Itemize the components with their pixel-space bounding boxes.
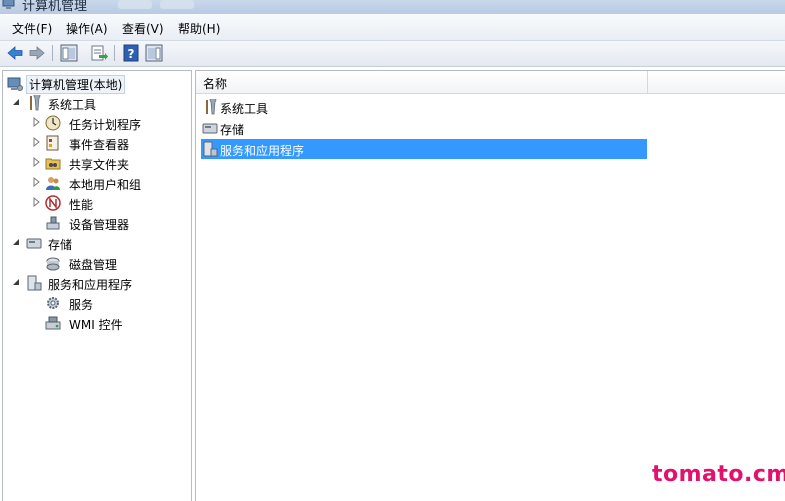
tree-item-disk-management[interactable]: 磁盘管理: [31, 253, 191, 273]
disk-management-icon: [46, 257, 60, 271]
tree-item-label: 服务: [69, 298, 94, 312]
list-item[interactable]: 系统工具: [201, 97, 647, 117]
collapsed-triangle-icon[interactable]: [31, 117, 41, 127]
toolbar: ?: [0, 41, 785, 67]
back-arrow-icon[interactable]: [6, 44, 24, 62]
tree-item-label: 系统工具: [48, 98, 97, 112]
menu-bar: 文件(F) 操作(A) 查看(V) 帮助(H): [0, 14, 785, 41]
tree-item-label: 磁盘管理: [69, 258, 118, 272]
list-item-label: 存储: [220, 123, 245, 137]
collapsed-triangle-icon[interactable]: [31, 197, 41, 207]
system-tools-icon: [30, 95, 41, 111]
tree-item-root[interactable]: 计算机管理(本地): [6, 74, 191, 94]
tree-item-label: 存储: [48, 238, 73, 252]
tree-item-event-viewer[interactable]: 事件查看器: [31, 133, 191, 153]
services-apps-icon: [27, 275, 42, 291]
services-apps-icon: [203, 141, 218, 157]
expanded-triangle-icon[interactable]: [11, 277, 21, 287]
list-item-label: 服务和应用程序: [220, 144, 305, 158]
list-item[interactable]: 存储: [201, 118, 647, 138]
storage-icon: [26, 238, 42, 249]
shared-folder-icon: [45, 158, 61, 170]
show-hide-tree-icon[interactable]: [60, 44, 78, 62]
forward-arrow-icon[interactable]: [28, 44, 46, 62]
help-icon[interactable]: ?: [122, 44, 140, 62]
tree-item-task-scheduler[interactable]: 任务计划程序: [31, 113, 191, 133]
tree-item-label: 计算机管理(本地): [26, 75, 126, 94]
export-list-icon[interactable]: [90, 44, 108, 62]
tree-item-label: 共享文件夹: [69, 158, 130, 172]
tree-item-label: 事件查看器: [69, 138, 130, 152]
event-viewer-icon: [46, 135, 59, 151]
menu-file[interactable]: 文件(F): [12, 20, 52, 37]
tree-item-device-manager[interactable]: 设备管理器: [31, 213, 191, 233]
tree-item-services[interactable]: 服务: [31, 293, 191, 313]
clock-icon: [45, 115, 61, 131]
wmi-control-icon: [45, 316, 61, 330]
navigation-tree[interactable]: 计算机管理(本地) 系统工具 任务计划程序 事件查看器 共享文件夹 本地用户和组…: [2, 70, 192, 501]
title-bar: 计算机管理: [0, 0, 785, 14]
watermark: tomato.cm: [652, 462, 785, 487]
storage-icon: [202, 123, 218, 134]
menu-view[interactable]: 查看(V): [122, 20, 164, 37]
collapsed-triangle-icon[interactable]: [31, 157, 41, 167]
gear-icon: [47, 297, 59, 309]
users-icon: [46, 177, 60, 190]
system-tools-icon: [206, 99, 217, 115]
expanded-triangle-icon[interactable]: [11, 237, 21, 247]
menu-action[interactable]: 操作(A): [66, 20, 108, 37]
tree-item-label: WMI 控件: [69, 318, 123, 332]
tree-item-local-users[interactable]: 本地用户和组: [31, 173, 191, 193]
menu-help[interactable]: 帮助(H): [178, 20, 220, 37]
show-action-pane-icon[interactable]: [145, 44, 163, 62]
computer-management-icon: [7, 77, 23, 91]
column-header: 名称: [196, 71, 785, 94]
tree-item-storage[interactable]: 存储: [11, 233, 191, 253]
column-header-name[interactable]: 名称: [203, 75, 227, 92]
tree-item-wmi[interactable]: WMI 控件: [31, 313, 191, 333]
tree-item-performance[interactable]: 性能: [31, 193, 191, 213]
tree-item-label: 任务计划程序: [69, 118, 142, 132]
tree-item-label: 设备管理器: [69, 218, 130, 232]
list-item-label: 系统工具: [220, 102, 269, 116]
tree-item-system-tools[interactable]: 系统工具: [11, 93, 191, 113]
details-list[interactable]: 名称 系统工具 存储 服务和应用程序: [195, 70, 785, 501]
tree-item-services-apps[interactable]: 服务和应用程序: [11, 273, 191, 293]
device-manager-icon: [46, 216, 60, 230]
computer-management-icon: [2, 0, 15, 9]
tree-item-label: 本地用户和组: [69, 178, 142, 192]
column-resize-handle[interactable]: [647, 71, 648, 93]
tree-item-label: 服务和应用程序: [48, 278, 133, 292]
collapsed-triangle-icon[interactable]: [31, 177, 41, 187]
collapsed-triangle-icon[interactable]: [31, 137, 41, 147]
tree-item-label: 性能: [69, 198, 94, 212]
tree-item-shared-folders[interactable]: 共享文件夹: [31, 153, 191, 173]
expanded-triangle-icon[interactable]: [11, 97, 21, 107]
svg-text:?: ?: [128, 47, 135, 61]
list-item-selected[interactable]: 服务和应用程序: [201, 139, 647, 159]
performance-icon: [45, 195, 61, 211]
window-title: 计算机管理: [22, 0, 88, 14]
